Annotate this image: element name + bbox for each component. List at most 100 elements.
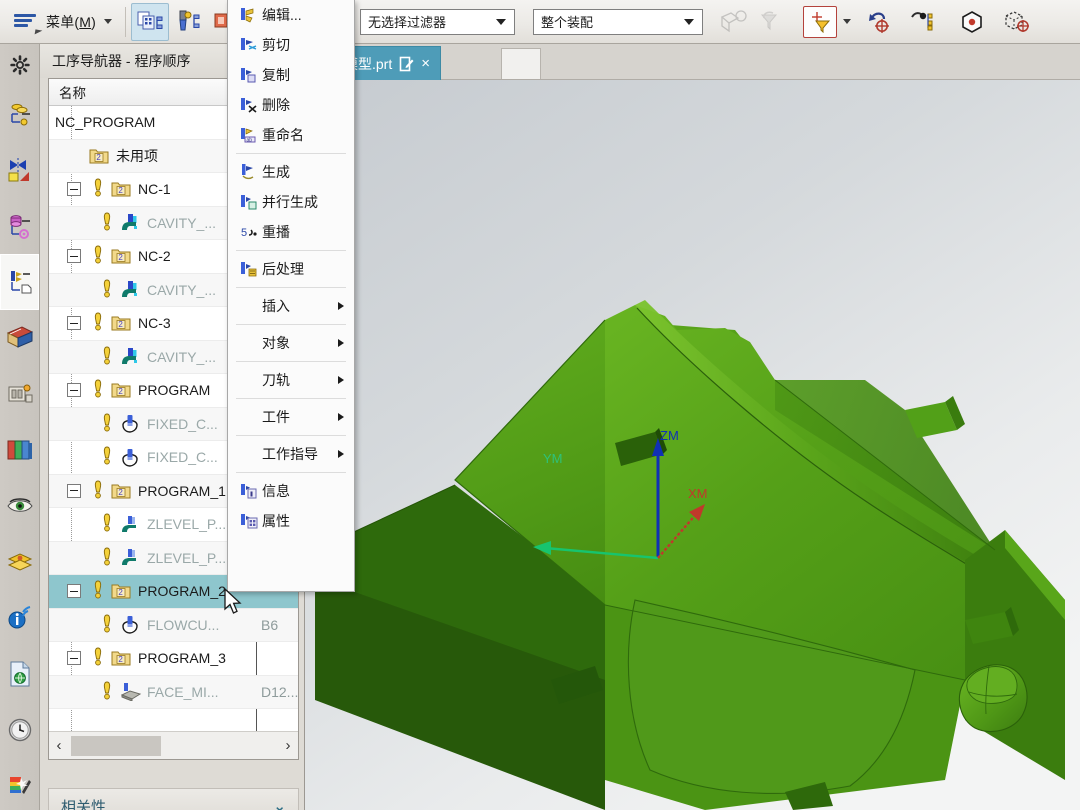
scroll-track[interactable] — [69, 733, 278, 759]
nx-cam-application-window: ZM XM YM 五金模型.prt × — [0, 0, 1080, 810]
render-style-button[interactable] — [953, 3, 991, 41]
menu-item[interactable]: 并行生成 — [228, 187, 354, 217]
tree-row-label: PROGRAM_3 — [138, 650, 226, 667]
rail-item-web-browser[interactable] — [0, 646, 39, 702]
resource-bar — [0, 44, 40, 810]
menu-item[interactable]: 生成 — [228, 157, 354, 187]
assembly-scope-combo[interactable]: 整个装配 — [533, 8, 704, 35]
tree-row[interactable]: FACE_MI... D12... — [49, 675, 298, 709]
create-operation-button[interactable] — [131, 2, 170, 41]
select-faces-button[interactable] — [715, 3, 753, 41]
menu-separator — [236, 324, 346, 325]
folder-program-icon: 2 — [111, 247, 133, 265]
tree-row-label: FACE_MI... — [147, 683, 219, 700]
chevron-down-icon[interactable] — [492, 19, 510, 25]
rail-item-operation-navigator[interactable] — [0, 254, 39, 310]
rail-item-reuse-library[interactable] — [0, 310, 39, 366]
accordion-dependencies[interactable]: 相关性 ⌄ — [48, 788, 299, 810]
gear-icon — [9, 55, 30, 75]
undo-button[interactable] — [861, 3, 899, 41]
operation-navigator-icon — [10, 271, 31, 294]
column-header-name: 名称 — [59, 86, 86, 101]
collapse-expander[interactable] — [67, 483, 81, 498]
warning-icon — [101, 279, 117, 301]
rail-item-part-navigator[interactable] — [0, 198, 39, 254]
tab-close-icon[interactable]: × — [421, 56, 430, 71]
selection-filter-combo[interactable]: 无选择过滤器 — [360, 8, 516, 35]
menu-item[interactable]: 复制 — [228, 60, 354, 90]
menu-item[interactable]: ab 重命名 — [228, 120, 354, 150]
tree-row-label: FIXED_C... — [147, 449, 218, 466]
menu-item[interactable]: 编辑... — [228, 0, 354, 30]
rail-item-history-clock[interactable] — [0, 702, 39, 758]
tree-row[interactable]: FLOWCU... B6 — [49, 608, 298, 642]
submenu-arrow-icon — [338, 302, 344, 310]
main-menu-button[interactable]: 菜单(M) — [0, 0, 120, 43]
rail-item-assembly-navigator[interactable] — [0, 86, 39, 142]
menu-separator — [236, 398, 346, 399]
tree-row-tool: D12... — [261, 683, 298, 700]
rail-item-theme[interactable] — [0, 758, 39, 810]
rail-item-help[interactable] — [0, 590, 39, 646]
svg-text:2: 2 — [118, 588, 123, 597]
move-object-button[interactable] — [905, 3, 943, 41]
orient-view-button[interactable] — [997, 3, 1035, 41]
menu-item[interactable]: 删除 — [228, 90, 354, 120]
rename-icon: ab — [236, 126, 262, 144]
snap-point-filter-button[interactable] — [803, 5, 838, 38]
graphics-viewport[interactable]: ZM XM YM — [305, 80, 1080, 810]
collapse-expander[interactable] — [67, 383, 81, 398]
chevron-down-icon: ⌄ — [273, 798, 286, 810]
scroll-right-button[interactable]: › — [278, 733, 298, 759]
rail-item-roles[interactable] — [0, 534, 39, 590]
menu-item[interactable]: 5 重播 — [228, 217, 354, 247]
menu-item[interactable]: 剪切 — [228, 30, 354, 60]
rail-item-history-palette[interactable] — [0, 422, 39, 478]
warning-icon — [101, 346, 117, 368]
tree-horizontal-scrollbar[interactable]: ‹ › — [49, 731, 298, 759]
collapse-expander[interactable] — [67, 584, 81, 599]
rail-item-constraint-navigator[interactable] — [0, 142, 39, 198]
tree-row-label: CAVITY_... — [147, 281, 216, 298]
clear-filter-button[interactable] — [753, 3, 791, 41]
menu-icon — [14, 12, 43, 36]
tree-row-label: FLOWCU... — [147, 616, 220, 633]
menu-item[interactable]: 工作指导 — [228, 439, 354, 469]
menu-item[interactable]: 刀轨 — [228, 365, 354, 395]
menu-item[interactable]: 信息 — [228, 476, 354, 506]
tree-row-label: PROGRAM_2 — [138, 583, 226, 600]
tab-new-stub[interactable] — [501, 48, 541, 79]
axis-label-xm: XM — [688, 486, 708, 501]
edit-part-icon[interactable] — [399, 56, 414, 72]
collapse-expander[interactable] — [67, 182, 81, 197]
menu-item[interactable]: 后处理 — [228, 254, 354, 284]
menu-item-label: 信息 — [262, 483, 290, 499]
snap-point-dropdown-arrow[interactable] — [843, 19, 852, 24]
rail-item-view-manager[interactable] — [0, 478, 39, 534]
axis-label-zm: ZM — [660, 428, 679, 443]
reuse-library-icon — [6, 326, 33, 348]
tree-row-label: FIXED_C... — [147, 415, 218, 432]
menu-item[interactable]: 属性 — [228, 506, 354, 536]
main-toolbar: 菜单(M) 无选择过滤器 整个装配 — [0, 0, 1080, 44]
rail-item-machine-tool-navigator[interactable] — [0, 366, 39, 422]
scroll-thumb[interactable] — [71, 735, 161, 756]
collapse-expander[interactable] — [67, 249, 81, 264]
warning-icon — [92, 178, 108, 200]
clear-filter-icon — [760, 11, 778, 30]
collapse-expander[interactable] — [67, 316, 81, 331]
axis-label-ym: YM — [543, 451, 563, 466]
menu-item[interactable]: 工件 — [228, 402, 354, 432]
collapse-expander[interactable] — [67, 651, 81, 666]
menu-item[interactable]: 对象 — [228, 328, 354, 358]
tree-row[interactable]: 2 PROGRAM_3 — [49, 642, 298, 676]
chevron-down-icon[interactable] — [680, 19, 698, 25]
scroll-left-button[interactable]: ‹ — [49, 733, 69, 759]
operation-context-menu[interactable]: 编辑... 剪切 复制 删除 ab 重命名生成 并行生成 5 重播后处理插入对象刀轨工件工作指导… — [227, 0, 355, 592]
rail-item-system-settings[interactable] — [0, 44, 39, 86]
postprocess-icon — [236, 260, 262, 278]
create-tool-button[interactable] — [169, 3, 207, 41]
chevron-down-icon[interactable] — [104, 19, 113, 24]
menu-item[interactable]: 插入 — [228, 291, 354, 321]
tree-row-label: NC_PROGRAM — [55, 114, 156, 131]
